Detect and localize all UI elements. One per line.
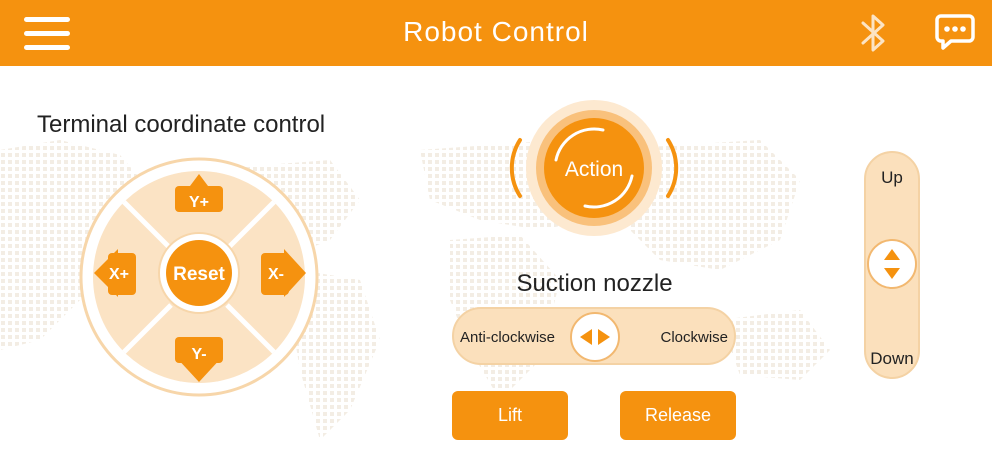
y-minus-label: Y- xyxy=(191,346,206,363)
x-minus-label: X- xyxy=(268,266,284,283)
rotation-slider[interactable]: Anti-clockwise Clockwise xyxy=(452,307,736,365)
chat-bubble-icon[interactable] xyxy=(935,13,975,51)
arrow-up-icon xyxy=(884,249,900,260)
rotation-knob[interactable] xyxy=(570,312,620,362)
arrow-left-icon xyxy=(580,329,592,345)
reset-button[interactable]: Reset xyxy=(166,240,232,306)
terminal-coordinate-label: Terminal coordinate control xyxy=(37,111,326,138)
suction-nozzle-label: Suction nozzle xyxy=(516,270,673,297)
up-down-slider[interactable]: Up Down xyxy=(864,151,920,379)
down-label: Down xyxy=(870,349,914,368)
clockwise-label: Clockwise xyxy=(660,329,728,346)
release-button[interactable]: Release xyxy=(620,391,736,440)
arrow-down-icon xyxy=(884,268,900,279)
up-label: Up xyxy=(881,168,903,187)
action-button[interactable]: Action xyxy=(508,98,680,238)
up-down-knob[interactable] xyxy=(867,239,917,289)
arrow-right-icon xyxy=(598,329,610,345)
coordinate-pad: Y+ Y- X+ X- Reset xyxy=(79,157,319,397)
anticlockwise-label: Anti-clockwise xyxy=(460,329,556,346)
app-header: Robot Control xyxy=(0,0,992,66)
reset-label: Reset xyxy=(173,264,225,285)
bluetooth-icon[interactable] xyxy=(856,12,890,54)
lift-button[interactable]: Lift xyxy=(452,391,568,440)
x-plus-label: X+ xyxy=(109,266,129,283)
action-label: Action xyxy=(565,158,623,181)
page-title: Robot Control xyxy=(403,16,589,47)
y-plus-label: Y+ xyxy=(189,194,209,211)
